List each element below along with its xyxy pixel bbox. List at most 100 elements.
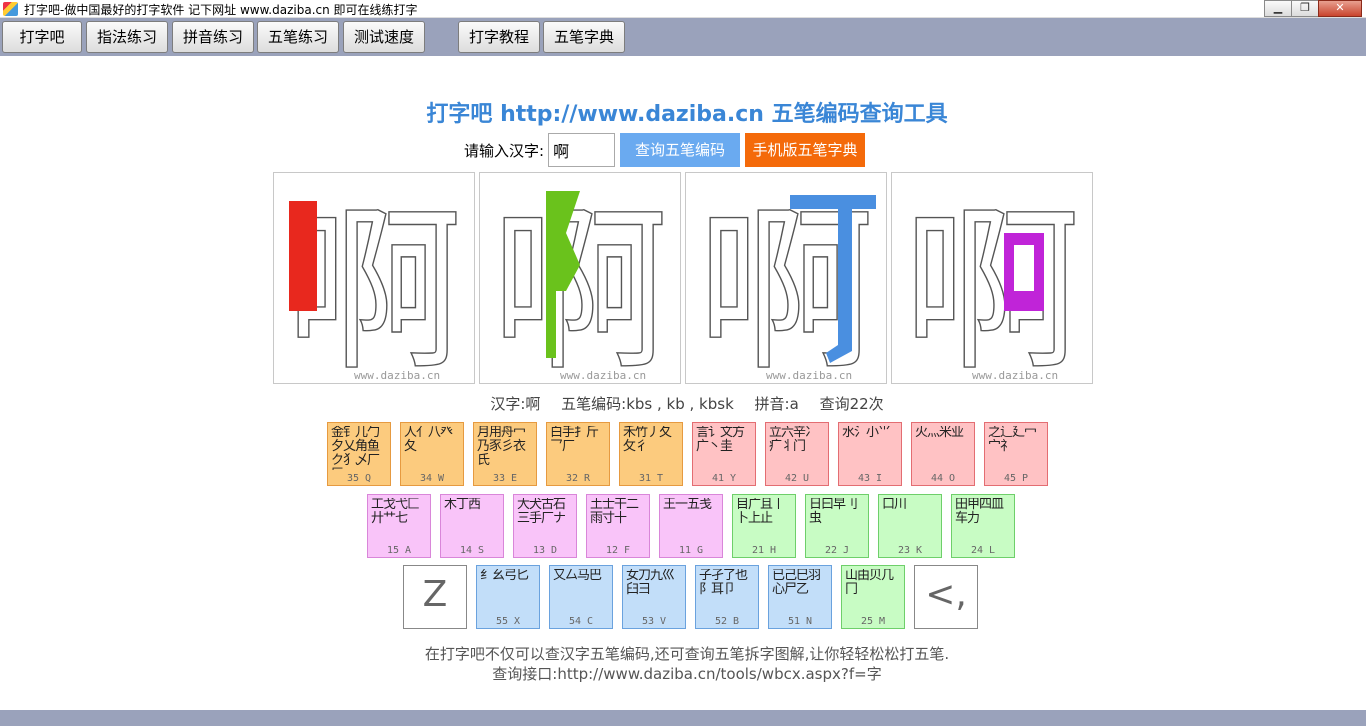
glyph-drawing: 啊: [284, 187, 463, 368]
key-e: 月用舟冖乃豕彡衣氏 33 E: [473, 422, 537, 486]
window-title-bar: 打字吧-做中国最好的打字软件 记下网址 www.daziba.cn 即可在线练打…: [0, 0, 1366, 18]
key-plain: Z: [403, 565, 467, 629]
key-roots: 目广且丨卜上止: [736, 498, 785, 526]
key-code: 15 A: [386, 545, 412, 556]
key-q: 金钅儿勹夕乂角鱼ク犭乄厂匚 35 Q: [327, 422, 391, 486]
key-roots: 土士干二雨寸十: [590, 498, 639, 526]
key-roots: 田甲四皿车力: [955, 498, 1004, 526]
key-code: 31 T: [638, 473, 664, 484]
typing-tutorial-button[interactable]: 打字教程: [458, 21, 540, 53]
glyph-decomposition: 啊 www.daziba.cn 啊 www.daziba.cn 啊 www.da…: [273, 172, 1093, 384]
key-code: 43 I: [857, 473, 883, 484]
key-roots: 已己巳羽心尸乙: [772, 569, 821, 597]
footer-api: 查询接口:http://www.daziba.cn/tools/wbcx.asp…: [492, 665, 882, 683]
key-code: 54 C: [568, 616, 594, 627]
key-plain: <,: [914, 565, 978, 629]
key-label: <,: [925, 574, 967, 615]
input-label: 请输入汉字:: [464, 141, 545, 160]
key-r: 白手扌斤乛厂 32 R: [546, 422, 610, 486]
key-code: 35 Q: [346, 473, 372, 484]
key-label: Z: [422, 574, 448, 615]
key-roots: 言讠文方广丶圭: [696, 426, 745, 454]
glyph-panel-3: 啊 www.daziba.cn: [685, 172, 887, 384]
svg-text:啊: 啊: [903, 188, 1081, 368]
key-c: 又厶马巴 54 C: [549, 565, 613, 629]
query-result: 汉字:啊 五笔编码:kbs , kb , kbsk 拼音:a 查询22次: [0, 393, 1366, 414]
key-code: 21 H: [751, 545, 777, 556]
mobile-dictionary-button[interactable]: 手机版五笔字典: [745, 133, 866, 167]
home-button[interactable]: 打字吧: [2, 21, 82, 53]
close-icon[interactable]: ✕: [1318, 0, 1362, 17]
key-i: 水氵小⺌ 43 I: [838, 422, 902, 486]
key-code: 53 V: [641, 616, 667, 627]
result-char: 汉字:啊: [490, 395, 541, 413]
key-roots: 金钅儿勹夕乂角鱼ク犭乄厂匚: [331, 426, 380, 470]
key-a: 工戈弋匚廾艹七 15 A: [367, 494, 431, 558]
key-y: 言讠文方广丶圭 41 Y: [692, 422, 756, 486]
key-roots: 工戈弋匚廾艹七: [371, 498, 420, 526]
wubi-practice-button[interactable]: 五笔练习: [257, 21, 339, 53]
key-s: 木丁西 14 S: [440, 494, 504, 558]
watermark: www.daziba.cn: [972, 369, 1059, 382]
key-roots: 山由贝几冂: [845, 569, 894, 597]
key-roots: 木丁西: [444, 498, 481, 512]
fingering-practice-button[interactable]: 指法练习: [86, 21, 168, 53]
key-code: 33 E: [492, 473, 518, 484]
key-o: 火灬米业 44 O: [911, 422, 975, 486]
key-n: 已己巳羽心尸乙 51 N: [768, 565, 832, 629]
window-controls: ▁ ❐ ✕: [1264, 0, 1362, 17]
window-title: 打字吧-做中国最好的打字软件 记下网址 www.daziba.cn 即可在线练打…: [24, 3, 418, 17]
watermark: www.daziba.cn: [766, 369, 853, 382]
glyph-drawing: 啊: [902, 187, 1081, 368]
speed-test-button[interactable]: 测试速度: [343, 21, 425, 53]
result-count: 查询22次: [819, 395, 884, 413]
key-code: 25 M: [860, 616, 886, 627]
key-code: 14 S: [459, 545, 485, 556]
key-code: 45 P: [1003, 473, 1029, 484]
key-roots: 王一五戋: [663, 498, 712, 512]
key-k: 口川 23 K: [878, 494, 942, 558]
wubi-dictionary-button[interactable]: 五笔字典: [543, 21, 625, 53]
key-roots: 白手扌斤乛厂: [550, 426, 599, 454]
key-j: 日曰早刂虫 22 J: [805, 494, 869, 558]
key-l: 田甲四皿车力 24 L: [951, 494, 1015, 558]
key-roots: 日曰早刂虫: [809, 498, 858, 526]
key-w: 人亻八癶夂 34 W: [400, 422, 464, 486]
key-roots: 水氵小⺌: [842, 426, 891, 440]
key-roots: 之辶廴冖宀礻: [988, 426, 1037, 454]
page-title: 打字吧 http://www.daziba.cn 五笔编码查询工具: [426, 102, 948, 127]
key-x: 纟幺弓匕 55 X: [476, 565, 540, 629]
watermark: www.daziba.cn: [560, 369, 647, 382]
glyph-panel-1: 啊 www.daziba.cn: [273, 172, 475, 384]
key-code: 41 Y: [711, 473, 737, 484]
key-code: 44 O: [930, 473, 956, 484]
minimize-icon[interactable]: ▁: [1264, 0, 1292, 17]
query-button[interactable]: 查询五笔编码: [620, 133, 741, 167]
result-codes: 五笔编码:kbs , kb , kbsk: [561, 395, 734, 413]
key-code: 11 G: [678, 545, 704, 556]
svg-text:啊: 啊: [491, 188, 669, 368]
key-code: 32 R: [565, 473, 591, 484]
glyph-panel-4: 啊 www.daziba.cn: [891, 172, 1093, 384]
app-icon: [3, 2, 18, 16]
key-code: 22 J: [824, 545, 850, 556]
restore-icon[interactable]: ❐: [1291, 0, 1319, 17]
key-b: 子孑了也阝耳卩 52 B: [695, 565, 759, 629]
toolbar: 打字吧 指法练习 拼音练习 五笔练习 测试速度 打字教程 五笔字典: [0, 18, 1366, 56]
key-t: 禾竹丿夂攵彳 31 T: [619, 422, 683, 486]
key-code: 12 F: [605, 545, 631, 556]
key-code: 24 L: [970, 545, 996, 556]
key-p: 之辶廴冖宀礻 45 P: [984, 422, 1048, 486]
key-g: 王一五戋 11 G: [659, 494, 723, 558]
key-code: 23 K: [897, 545, 923, 556]
glyph-drawing: 啊: [696, 187, 876, 368]
key-roots: 人亻八癶夂: [404, 426, 453, 454]
key-roots: 立六辛冫疒丬门: [769, 426, 818, 454]
hanzi-input[interactable]: [548, 133, 616, 167]
key-roots: 纟幺弓匕: [480, 569, 529, 583]
key-roots: 女刀九巛臼彐: [626, 569, 675, 597]
pinyin-practice-button[interactable]: 拼音练习: [172, 21, 254, 53]
key-h: 目广且丨卜上止 21 H: [732, 494, 796, 558]
key-code: 52 B: [714, 616, 740, 627]
key-f: 土士干二雨寸十 12 F: [586, 494, 650, 558]
